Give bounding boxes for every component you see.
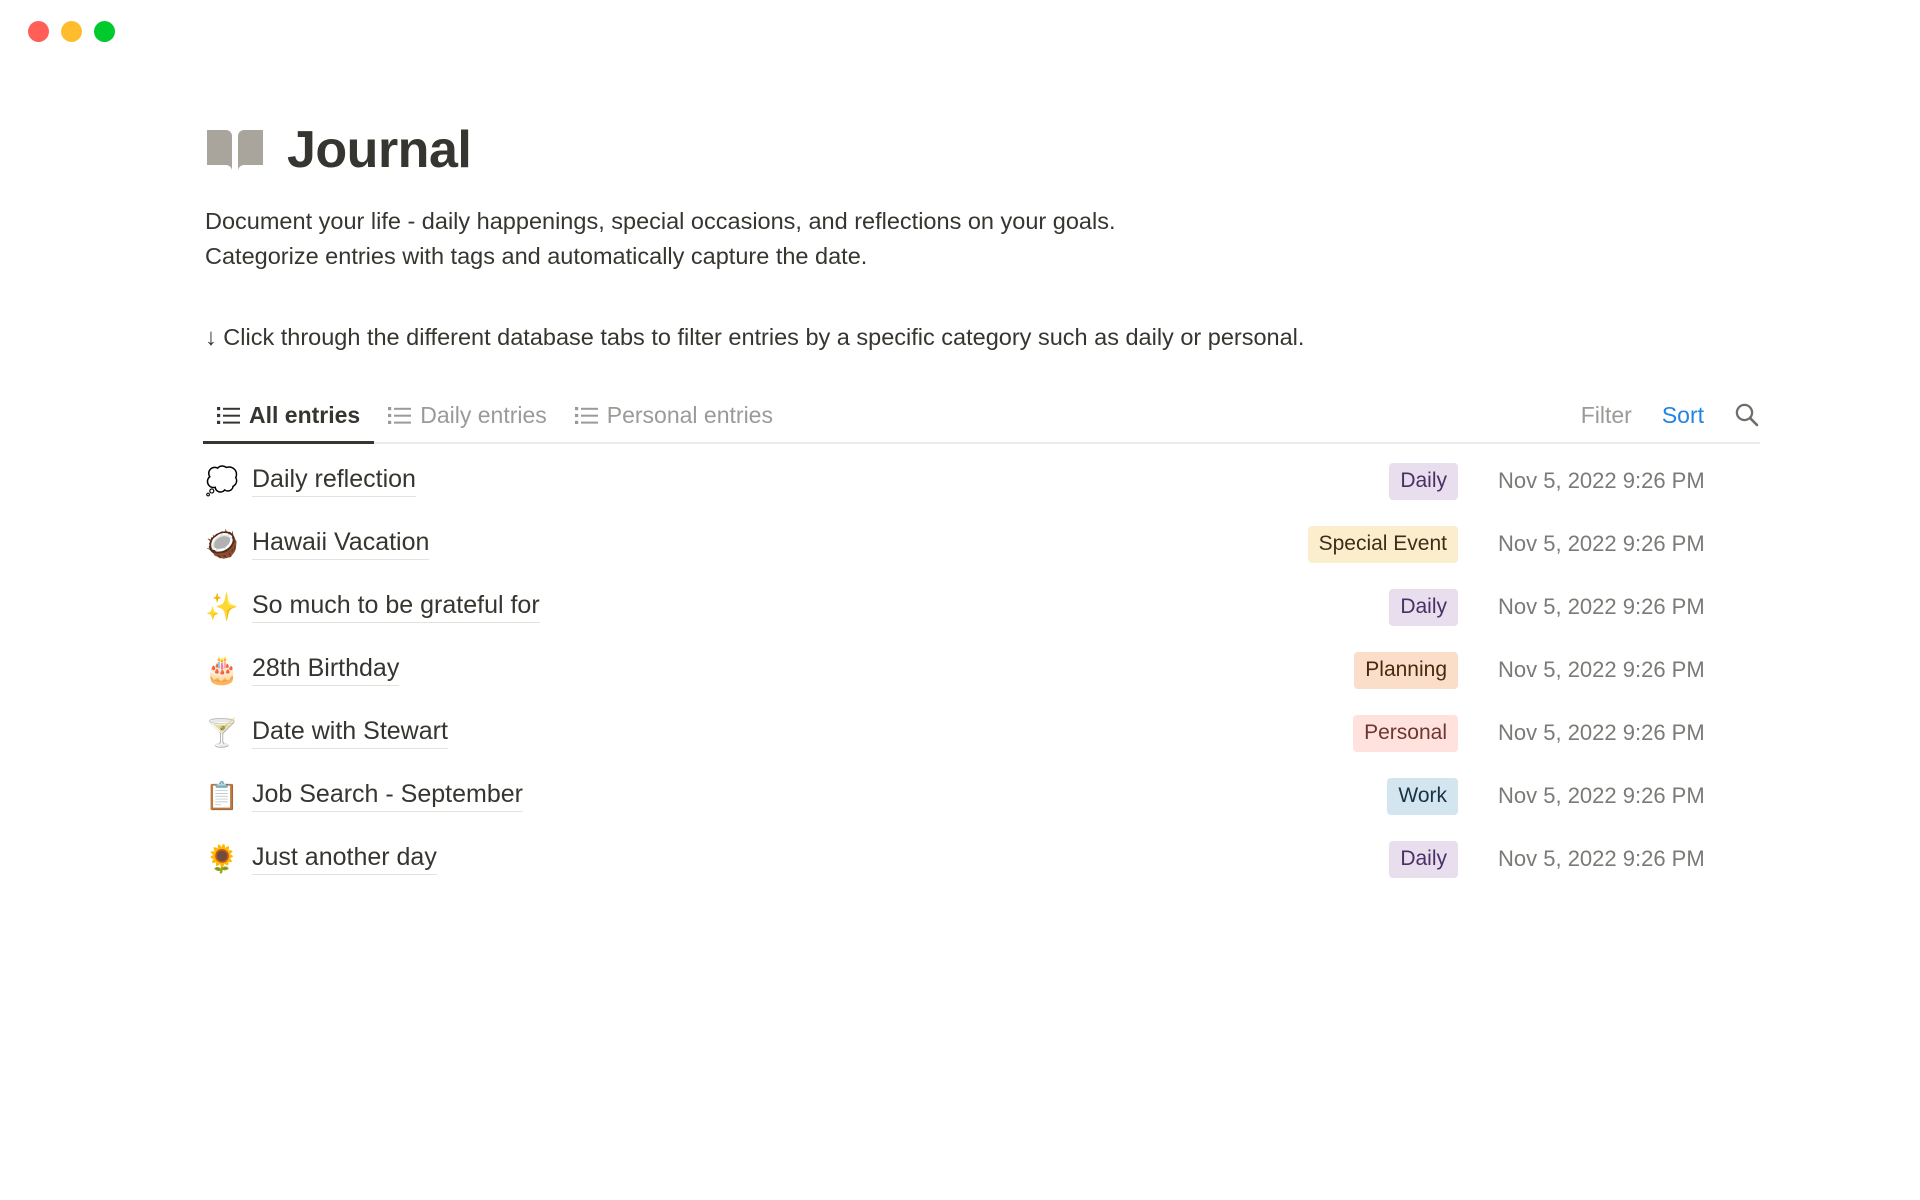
row-title-cell: 🥥 Hawaii Vacation [205, 528, 1170, 561]
status-badge[interactable]: Personal [1353, 714, 1458, 752]
window-titlebar [0, 0, 1920, 62]
row-title-cell: 🍸 Date with Stewart [205, 717, 1170, 750]
table-row[interactable]: 📋 Job Search - September Work Nov 5, 2022 9… [205, 765, 1760, 828]
row-tag-cell: Planning [1170, 651, 1470, 689]
open-book-icon [207, 130, 263, 171]
clipboard-icon: 📋 [205, 780, 239, 812]
row-date-cell: Nov 5, 2022 9:26 PM [1498, 657, 1705, 683]
status-badge[interactable]: Daily [1389, 588, 1458, 626]
window-maximize-button[interactable] [94, 20, 115, 42]
search-icon[interactable] [1734, 402, 1760, 428]
row-date-cell: Nov 5, 2022 9:26 PM [1498, 468, 1705, 494]
entries-list: 💭 Daily reflection Daily Nov 5, 2022 9:26 P… [205, 450, 1760, 891]
table-row[interactable]: 🌻 Just another day Daily Nov 5, 2022 9:26 P… [205, 828, 1760, 891]
page-title: Journal [287, 121, 472, 179]
row-title-link[interactable]: Job Search - September [252, 780, 523, 813]
row-tag-cell: Daily [1170, 588, 1470, 626]
coconut-icon: 🥥 [205, 528, 239, 560]
database-toolbar: All entries Daily entries Personal entri… [203, 401, 1760, 444]
row-title-cell: 💭 Daily reflection [205, 465, 1170, 498]
status-badge[interactable]: Special Event [1307, 525, 1458, 563]
row-title-cell: 📋 Job Search - September [205, 780, 1170, 813]
tab-all-entries[interactable]: All entries [203, 401, 375, 444]
tab-daily-entries-label: Daily entries [420, 401, 547, 428]
window-close-button[interactable] [28, 20, 49, 42]
row-title-link[interactable]: Daily reflection [252, 465, 416, 498]
list-icon [574, 406, 598, 424]
table-row[interactable]: 🥥 Hawaii Vacation Special Event Nov 5, 2022… [205, 513, 1760, 576]
table-row[interactable]: 💭 Daily reflection Daily Nov 5, 2022 9:26 P… [205, 450, 1760, 513]
row-title-cell: 🌻 Just another day [205, 843, 1170, 876]
row-title-cell: 🎂 28th Birthday [205, 654, 1170, 687]
sunflower-icon: 🌻 [205, 843, 239, 875]
row-tag-cell: Daily [1170, 840, 1470, 878]
database-view-tabs: All entries Daily entries Personal entri… [203, 401, 787, 444]
row-tag-cell: Work [1170, 777, 1470, 815]
page-description-line-2: Categorize entries with tags and automat… [205, 242, 868, 269]
sort-button[interactable]: Sort [1662, 402, 1704, 429]
page-description-line-1: Document your life - daily happenings, s… [205, 208, 1116, 234]
tab-daily-entries[interactable]: Daily entries [374, 402, 561, 442]
list-icon [388, 406, 412, 424]
tab-personal-entries-label: Personal entries [606, 401, 773, 428]
row-title-link[interactable]: Date with Stewart [252, 717, 448, 750]
row-title-link[interactable]: Hawaii Vacation [252, 528, 430, 561]
row-tag-cell: Special Event [1170, 525, 1470, 563]
row-tag-cell: Personal [1170, 714, 1470, 752]
status-badge[interactable]: Daily [1389, 840, 1458, 878]
sparkles-icon: ✨ [205, 591, 239, 623]
row-date-cell: Nov 5, 2022 9:26 PM [1498, 531, 1705, 557]
list-icon [217, 406, 240, 424]
page-header: Journal [205, 124, 1760, 176]
row-date-cell: Nov 5, 2022 9:26 PM [1498, 720, 1705, 746]
thought-balloon-icon: 💭 [205, 465, 239, 497]
row-date-cell: Nov 5, 2022 9:26 PM [1498, 783, 1705, 809]
cocktail-glass-icon: 🍸 [205, 717, 239, 749]
window-minimize-button[interactable] [61, 20, 82, 42]
table-row[interactable]: 🍸 Date with Stewart Personal Nov 5, 2022 9:… [205, 702, 1760, 765]
row-tag-cell: Daily [1170, 462, 1470, 500]
page-content: Journal Document your life - daily happe… [0, 124, 1920, 891]
status-badge[interactable]: Daily [1389, 462, 1458, 500]
row-date-cell: Nov 5, 2022 9:26 PM [1498, 594, 1705, 620]
row-title-link[interactable]: Just another day [252, 843, 437, 876]
status-badge[interactable]: Planning [1354, 651, 1458, 689]
page-hint: ↓ Click through the different database t… [205, 324, 1305, 351]
filter-button[interactable]: Filter [1581, 402, 1632, 429]
tab-personal-entries[interactable]: Personal entries [561, 402, 787, 442]
table-row[interactable]: 🎂 28th Birthday Planning Nov 5, 2022 9:26 P… [205, 639, 1760, 702]
row-title-link[interactable]: 28th Birthday [252, 654, 400, 687]
birthday-cake-icon: 🎂 [205, 654, 239, 686]
row-title-link[interactable]: So much to be grateful for [252, 591, 540, 624]
status-badge[interactable]: Work [1387, 777, 1458, 815]
page-description: Document your life - daily happenings, s… [205, 204, 1760, 273]
row-title-cell: ✨ So much to be grateful for [205, 591, 1170, 624]
table-row[interactable]: ✨ So much to be grateful for Daily Nov 5, 2… [205, 576, 1760, 639]
row-date-cell: Nov 5, 2022 9:26 PM [1498, 846, 1705, 872]
toolbar-actions: Filter Sort [1581, 402, 1760, 442]
tab-all-entries-label: All entries [249, 401, 361, 428]
